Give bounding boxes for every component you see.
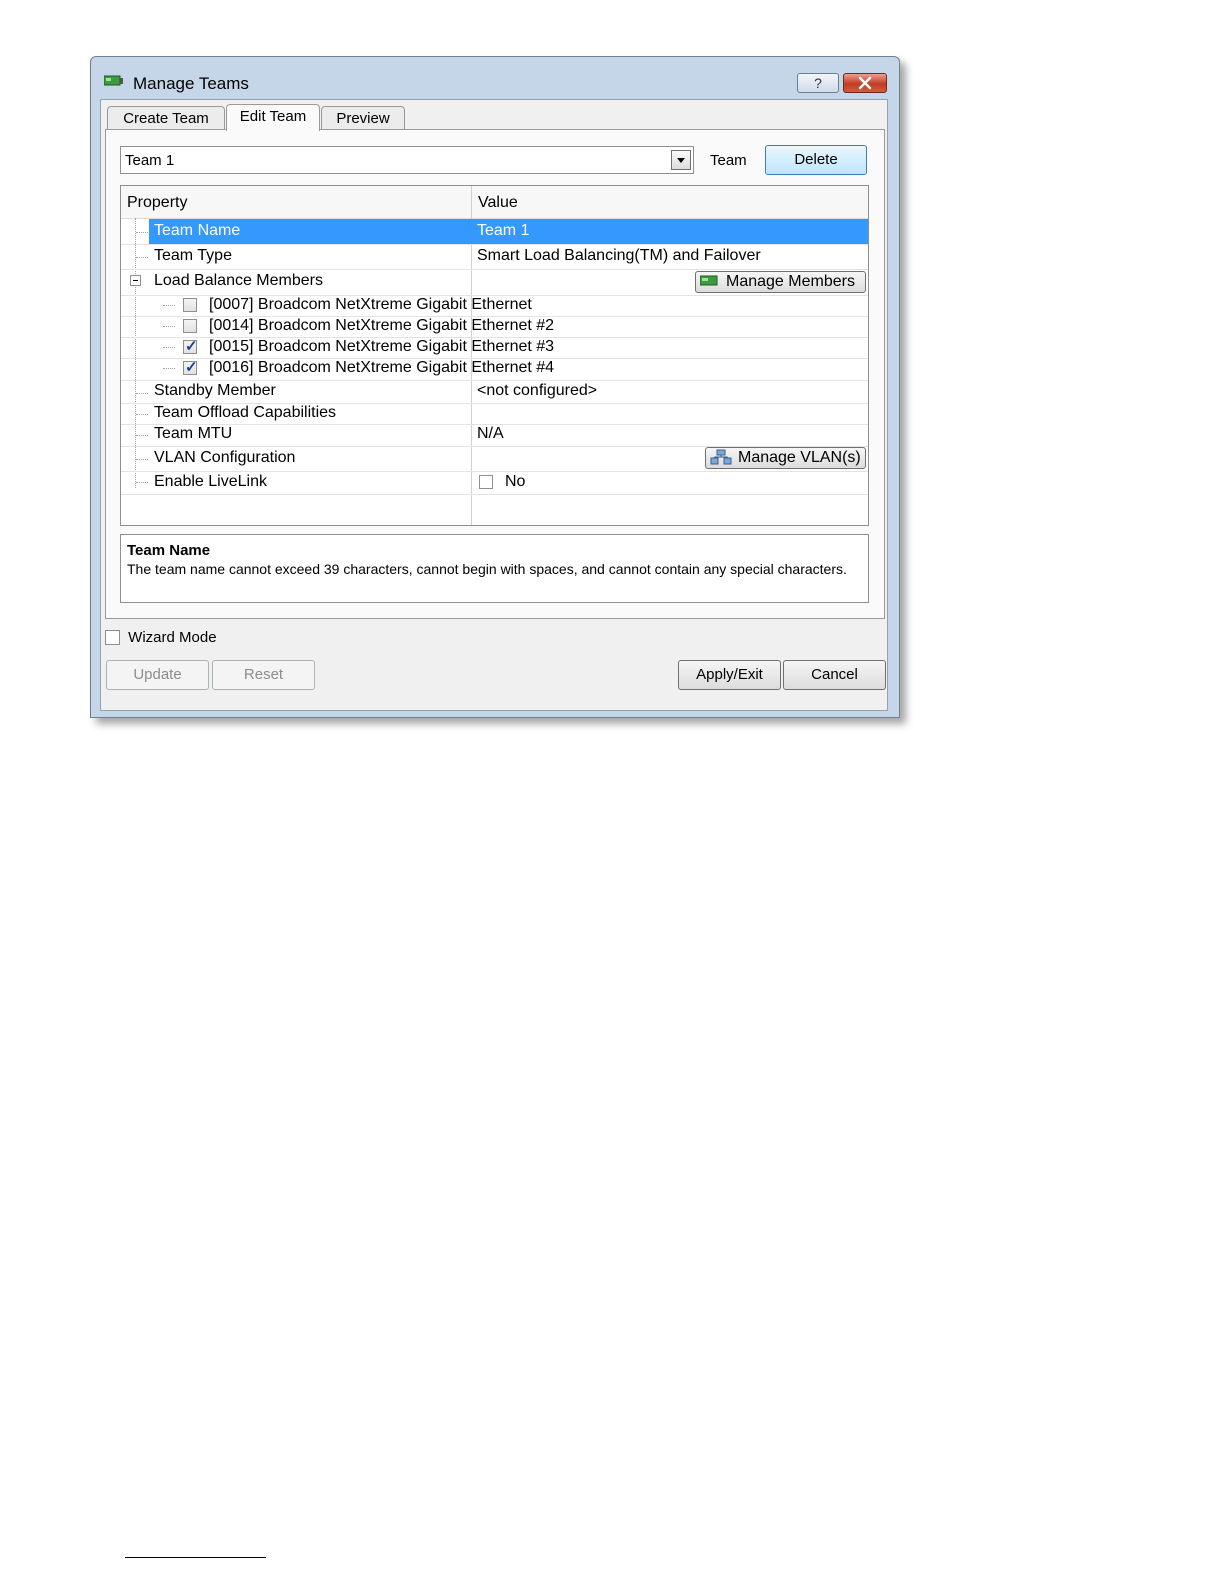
tree-connector [136,232,148,233]
row-enable-livelink[interactable]: Enable LiveLink No [121,471,868,495]
network-adapter-icon [700,275,718,286]
wizard-mode-checkbox[interactable] [105,629,120,645]
description-box: Team Name The team name cannot exceed 39… [120,534,869,603]
tree-connector [136,482,148,483]
manage-members-label: Manage Members [726,273,855,290]
close-button[interactable] [843,73,887,93]
team-select-value: Team 1 [125,152,175,169]
tab-edit-team[interactable]: Edit Team [226,104,320,131]
manage-teams-window: Manage Teams ? Create Team Edit Team Pre… [90,56,900,718]
row-load-balance-members[interactable]: Load Balance Members Manage Members [121,269,868,296]
property-grid: Property Value Team Name Team 1 Team Typ… [120,185,869,526]
manage-members-button[interactable]: Manage Members [695,271,866,293]
member-row[interactable]: [0015] Broadcom NetXtreme Gigabit Ethern… [121,337,868,359]
value-team-type[interactable]: Smart Load Balancing(TM) and Failover [477,247,761,265]
value-enable-livelink: No [505,473,526,490]
header-value: Value [478,194,518,211]
member-label: [0015] Broadcom NetXtreme Gigabit Ethern… [209,338,555,355]
team-label: Team [710,152,747,169]
network-topology-icon [710,449,732,465]
prop-standby-member: Standby Member [154,382,276,399]
header-property: Property [127,194,188,211]
row-vlan-configuration[interactable]: VLAN Configuration Manage VLAN(s) [121,446,868,472]
value-standby-member[interactable]: <not configured> [477,382,597,400]
delete-button[interactable]: Delete [765,145,867,175]
member-label: [0007] Broadcom NetXtreme Gigabit Ethern… [209,296,532,313]
member-row[interactable]: [0007] Broadcom NetXtreme Gigabit Ethern… [121,295,868,317]
member-label: [0016] Broadcom NetXtreme Gigabit Ethern… [209,359,555,376]
row-team-name[interactable]: Team Name Team 1 [121,219,868,245]
member-checkbox[interactable] [183,358,198,376]
prop-team-mtu: Team MTU [154,425,233,442]
chevron-down-icon[interactable] [671,150,691,170]
close-icon [858,76,872,90]
member-checkbox[interactable] [183,319,197,333]
tab-create-team[interactable]: Create Team [107,106,225,130]
manage-vlans-label: Manage VLAN(s) [738,449,861,466]
network-adapter-icon [104,75,123,86]
tree-connector [163,305,175,306]
description-title: Team Name [127,542,211,559]
prop-enable-livelink: Enable LiveLink [154,473,267,490]
reset-button[interactable]: Reset [212,660,315,690]
prop-team-offload: Team Offload Capabilities [154,404,337,421]
member-label: [0014] Broadcom NetXtreme Gigabit Ethern… [209,317,555,334]
description-text: The team name cannot exceed 39 character… [127,561,847,577]
row-standby-member[interactable]: Standby Member <not configured> [121,380,868,404]
cancel-button[interactable]: Cancel [783,660,886,690]
tree-connector [136,257,148,258]
row-team-offload[interactable]: Team Offload Capabilities [121,403,868,425]
update-button[interactable]: Update [106,660,209,690]
help-button[interactable]: ? [797,73,839,93]
prop-team-name: Team Name [154,222,241,239]
tree-connector [163,368,175,369]
wizard-mode-label: Wizard Mode [128,628,217,646]
tree-connector [163,326,175,327]
window-title: Manage Teams [133,74,249,93]
edit-team-panel: Team 1 Team Delete Property Value Team N… [105,129,885,619]
value-team-name[interactable]: Team 1 [477,222,529,240]
tree-connector [136,459,148,460]
title-bar[interactable]: Manage Teams ? [91,57,899,99]
tree-connector [136,414,148,415]
member-checkbox[interactable] [183,298,197,312]
member-row[interactable]: [0016] Broadcom NetXtreme Gigabit Ethern… [121,358,868,381]
prop-team-type: Team Type [154,247,232,264]
tree-connector [136,435,148,436]
collapse-icon[interactable] [130,275,141,286]
prop-vlan-configuration: VLAN Configuration [154,449,296,466]
row-team-mtu[interactable]: Team MTU N/A [121,424,868,447]
tree-connector [163,347,175,348]
member-checkbox[interactable] [183,337,198,355]
footnote-separator [125,1557,266,1558]
grid-header: Property Value [121,186,868,219]
manage-vlans-button[interactable]: Manage VLAN(s) [705,447,866,469]
apply-exit-button[interactable]: Apply/Exit [678,660,781,690]
dialog-client-area: Create Team Edit Team Preview Team 1 Tea… [100,99,888,711]
tree-connector [136,393,148,394]
team-select[interactable]: Team 1 [120,146,694,174]
wizard-mode-option[interactable]: Wizard Mode [105,628,217,646]
value-team-mtu[interactable]: N/A [477,425,504,443]
member-row[interactable]: [0014] Broadcom NetXtreme Gigabit Ethern… [121,316,868,338]
prop-load-balance-members: Load Balance Members [154,272,323,289]
tab-preview[interactable]: Preview [321,106,405,130]
row-team-type[interactable]: Team Type Smart Load Balancing(TM) and F… [121,244,868,270]
livelink-checkbox[interactable] [479,475,493,489]
